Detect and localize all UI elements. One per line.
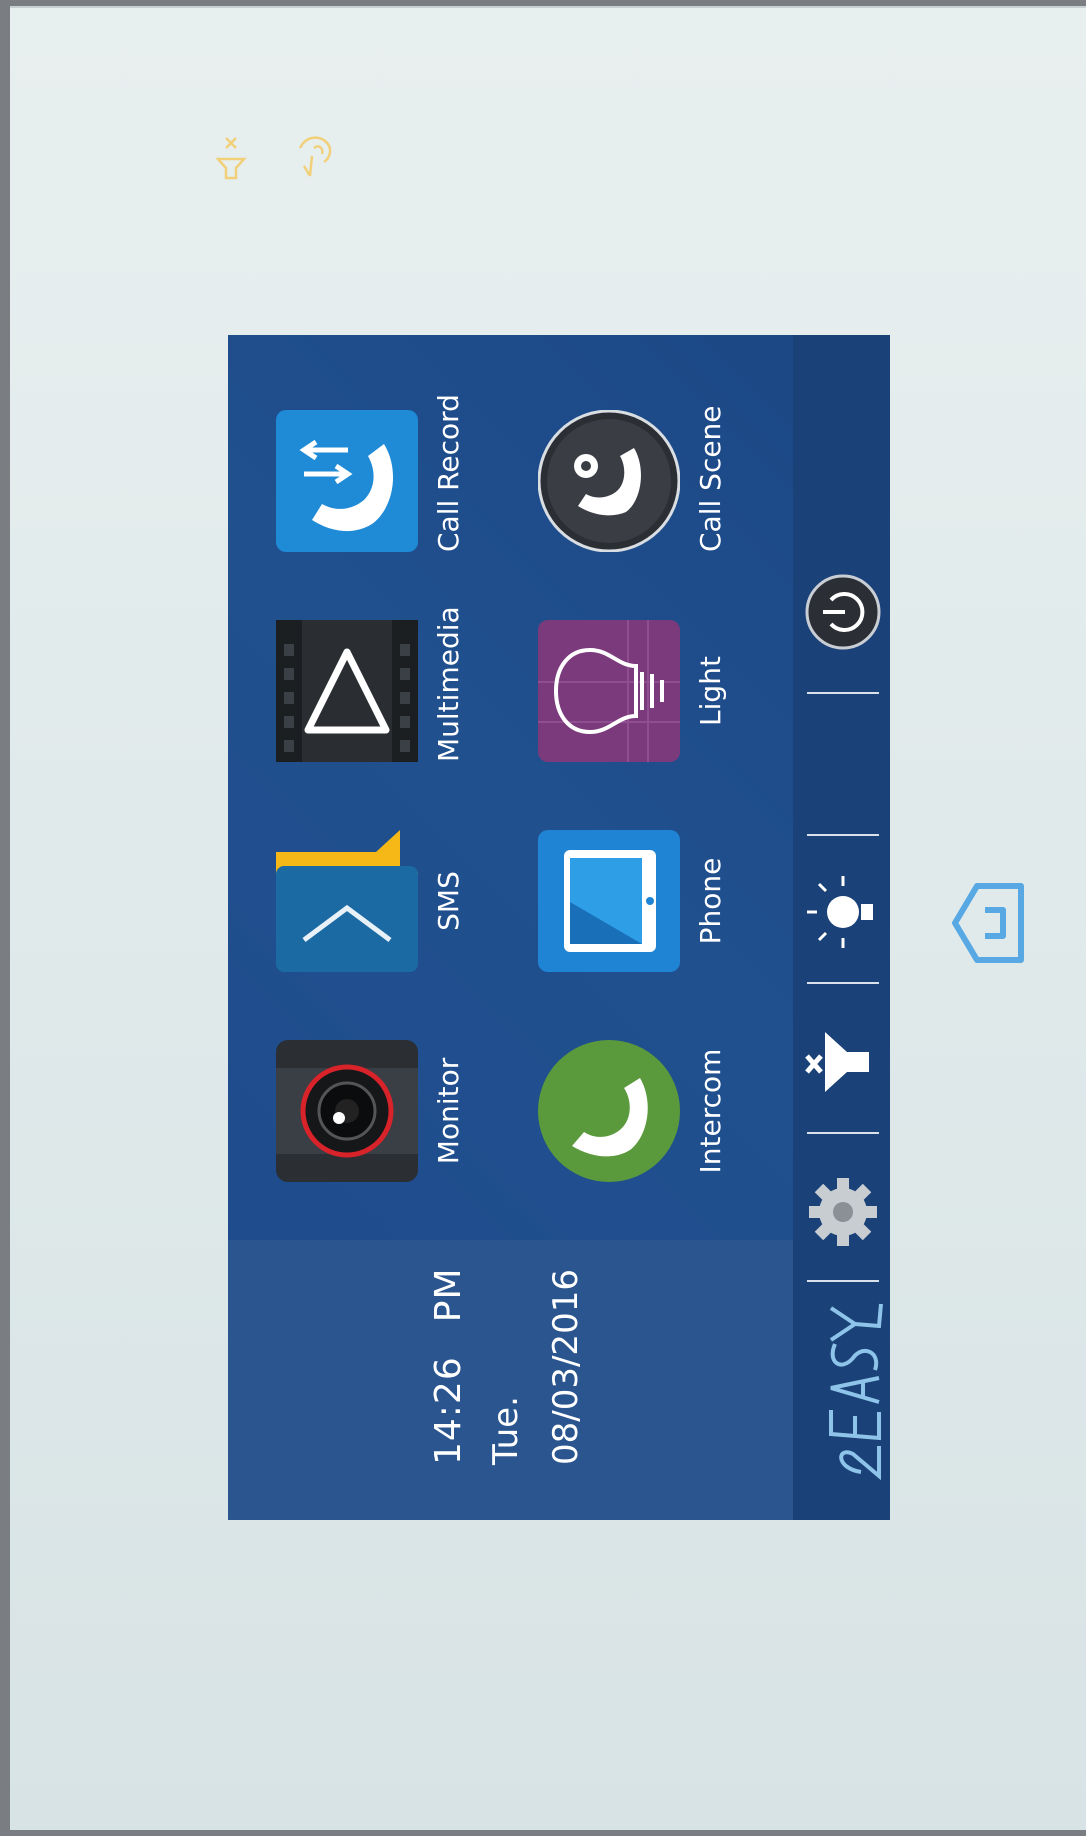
power-icon[interactable] — [803, 572, 883, 652]
settings-gear-icon[interactable] — [803, 1172, 883, 1252]
app-call-scene[interactable]: Call Scene — [537, 405, 727, 553]
mute-speaker-icon[interactable] — [803, 1022, 883, 1102]
device-frame: 14:26 PM Tue. 08/03/2016 Monitor SMS Mult… — [10, 6, 1086, 1830]
app-multimedia[interactable]: Multimedia — [276, 606, 465, 762]
touch-screen: 14:26 PM Tue. 08/03/2016 Monitor SMS Mult… — [228, 335, 890, 1520]
app-label: Monitor — [432, 1057, 465, 1165]
unlock-indicator-icon — [298, 136, 332, 177]
clock-time: 14:26 — [428, 1356, 469, 1465]
bar-separator — [807, 982, 879, 984]
clock-day: Tue. — [486, 1396, 526, 1465]
clock-ampm: PM — [428, 1267, 469, 1323]
app-sms[interactable]: SMS — [276, 830, 465, 972]
app-label: Phone — [694, 857, 727, 945]
bar-separator — [807, 1280, 879, 1282]
phone-arrows-icon — [276, 410, 418, 552]
app-label: SMS — [432, 871, 465, 931]
bottom-bar — [793, 335, 890, 1520]
time-row: 14:26 PM — [428, 1233, 469, 1465]
app-phone[interactable]: Phone — [538, 830, 727, 972]
mobile-phone-icon — [538, 830, 680, 972]
phone-gear-icon — [537, 409, 681, 553]
app-call-record[interactable]: Call Record — [276, 394, 465, 552]
app-label: Intercom — [694, 1048, 727, 1174]
app-intercom[interactable]: Intercom — [538, 1040, 727, 1182]
camera-lens-icon — [276, 1040, 418, 1182]
clock-panel: 14:26 PM Tue. 08/03/2016 — [228, 1240, 793, 1520]
play-triangle-icon — [276, 620, 418, 762]
mute-indicator-icon — [215, 137, 247, 180]
folder-chevron-icon — [276, 830, 418, 972]
app-label: Multimedia — [432, 606, 465, 762]
app-label: Call Scene — [694, 405, 727, 552]
brightness-icon[interactable] — [803, 872, 883, 952]
home-key-icon[interactable] — [935, 868, 1045, 978]
app-label: Call Record — [432, 394, 465, 552]
light-bulb-icon — [538, 620, 680, 762]
app-label: Light — [694, 656, 727, 726]
phone-handset-icon — [538, 1040, 680, 1182]
app-monitor[interactable]: Monitor — [276, 1040, 465, 1182]
home-screen: 14:26 PM Tue. 08/03/2016 Monitor SMS Mult… — [228, 335, 890, 1520]
clock-date: 08/03/2016 — [546, 1269, 586, 1465]
brand-logo — [829, 1303, 883, 1481]
bar-separator — [807, 1132, 879, 1134]
bar-separator — [807, 834, 879, 836]
app-light[interactable]: Light — [538, 620, 727, 762]
bar-separator — [807, 692, 879, 694]
app-grid: Monitor SMS Multimedia Call Record Inter… — [228, 335, 793, 1220]
